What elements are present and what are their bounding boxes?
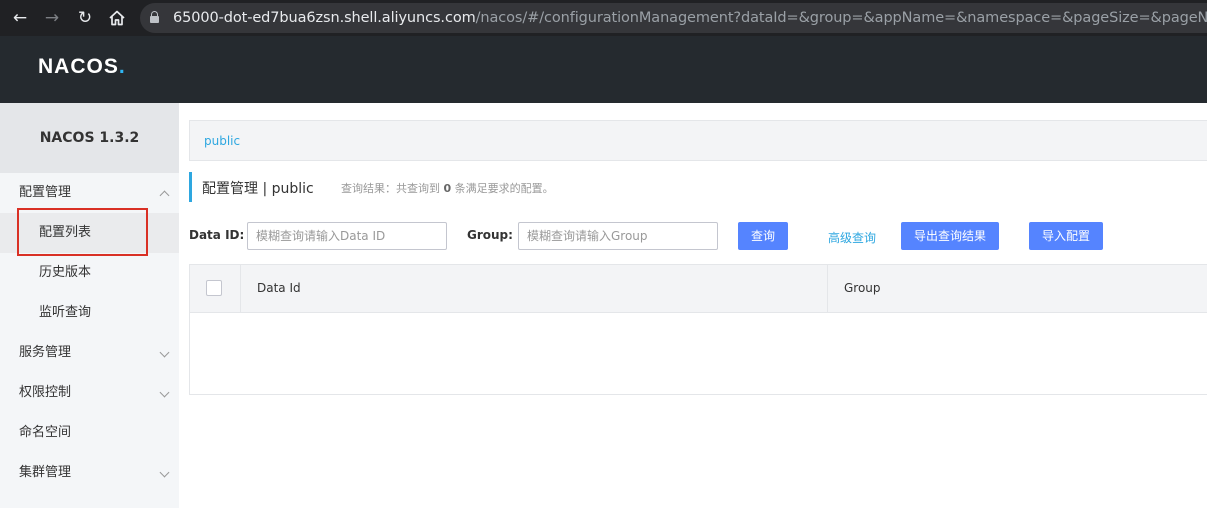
home-icon[interactable]: [107, 8, 127, 28]
result-prefix: 查询结果：共查询到: [341, 182, 444, 195]
column-header-data-id[interactable]: Data Id: [257, 281, 301, 295]
address-bar[interactable]: 65000-dot-ed7bua6zsn.shell.aliyuncs.com/…: [140, 3, 1207, 33]
chevron-up-icon: [159, 190, 170, 201]
result-count: 0: [443, 182, 452, 195]
page-title: 配置管理 | public: [202, 181, 314, 197]
sidebar-item-history[interactable]: 历史版本: [0, 253, 179, 293]
lock-icon: [150, 11, 159, 23]
config-table: Data Id Group: [189, 264, 1207, 395]
chevron-down-icon: [159, 467, 170, 478]
column-divider: [240, 265, 241, 313]
sidebar-item-label: 命名空间: [19, 425, 72, 440]
table-header: Data Id Group: [190, 265, 1207, 313]
app-header: NACOS.: [0, 36, 1207, 103]
url-text: 65000-dot-ed7bua6zsn.shell.aliyuncs.com/…: [173, 10, 1207, 26]
browser-toolbar: ← → ↻ 65000-dot-ed7bua6zsn.shell.aliyunc…: [0, 0, 1207, 36]
export-results-button[interactable]: 导出查询结果: [901, 222, 999, 250]
sidebar-item-label: 历史版本: [39, 265, 92, 280]
sidebar: NACOS 1.3.2 配置管理 配置列表 历史版本 监听查询 服务管理 权限控…: [0, 103, 179, 508]
group-input[interactable]: 模糊查询请输入Group: [518, 222, 718, 250]
logo-text: NACOS: [38, 55, 119, 78]
data-id-input[interactable]: 模糊查询请输入Data ID: [247, 222, 447, 250]
back-arrow-icon[interactable]: ←: [10, 8, 30, 28]
sidebar-item-label: 服务管理: [19, 345, 72, 360]
sidebar-item-label: 集群管理: [19, 465, 72, 480]
query-result-hint: 查询结果：共查询到 0 条满足要求的配置。: [341, 180, 554, 196]
import-config-button[interactable]: 导入配置: [1029, 222, 1103, 250]
sidebar-item-listener-query[interactable]: 监听查询: [0, 293, 179, 333]
search-button[interactable]: 查询: [738, 222, 788, 250]
chevron-down-icon: [159, 347, 170, 358]
url-path: /nacos/#/configurationManagement?dataId=…: [475, 10, 1207, 26]
forward-arrow-icon[interactable]: →: [42, 8, 62, 28]
nacos-logo[interactable]: NACOS.: [38, 55, 126, 79]
column-header-group[interactable]: Group: [844, 281, 881, 295]
data-id-label: Data ID:: [189, 228, 245, 242]
result-suffix: 条满足要求的配置。: [451, 182, 554, 195]
sidebar-item-cluster-management[interactable]: 集群管理: [0, 453, 179, 493]
sidebar-item-config-management[interactable]: 配置管理: [0, 173, 179, 213]
red-highlight-box: [17, 208, 148, 256]
namespace-bar: public: [189, 120, 1207, 161]
sidebar-item-label: 监听查询: [39, 305, 92, 320]
chevron-down-icon: [159, 387, 170, 398]
sidebar-item-label: 权限控制: [19, 385, 72, 400]
advanced-query-link[interactable]: 高级查询: [828, 229, 876, 246]
sidebar-item-access-control[interactable]: 权限控制: [0, 373, 179, 413]
page-title-row: 配置管理 | public 查询结果：共查询到 0 条满足要求的配置。: [189, 172, 554, 202]
reload-icon[interactable]: ↻: [75, 8, 95, 28]
namespace-link-public[interactable]: public: [204, 134, 240, 148]
version-label: NACOS 1.3.2: [0, 103, 179, 173]
url-host: 65000-dot-ed7bua6zsn.shell.aliyuncs.com: [173, 10, 476, 26]
group-label: Group:: [467, 228, 513, 242]
logo-dot: .: [118, 55, 126, 78]
select-all-checkbox[interactable]: [206, 280, 222, 296]
column-divider: [827, 265, 828, 313]
sidebar-item-label: 配置管理: [19, 185, 72, 200]
sidebar-item-service-management[interactable]: 服务管理: [0, 333, 179, 373]
sidebar-item-namespace[interactable]: 命名空间: [0, 413, 179, 453]
